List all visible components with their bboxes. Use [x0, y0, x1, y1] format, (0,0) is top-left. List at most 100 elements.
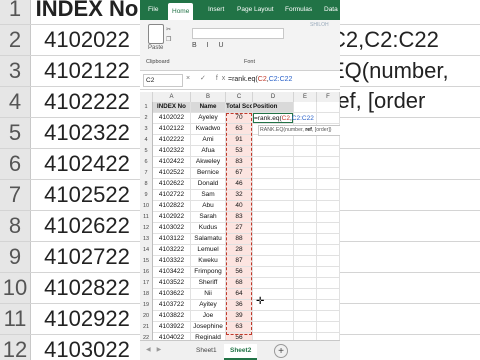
cell-total-score[interactable]: 63: [226, 124, 253, 135]
name-box[interactable]: C2: [143, 74, 183, 87]
paste-icon[interactable]: [148, 24, 164, 44]
tab-home[interactable]: Home: [168, 3, 194, 20]
cell-name[interactable]: Kudus: [191, 223, 226, 234]
cell-index[interactable]: 4103622: [153, 289, 191, 300]
cell-empty[interactable]: [317, 234, 340, 245]
cell-name[interactable]: Lemuel: [191, 245, 226, 256]
cell-name[interactable]: Donald: [191, 179, 226, 190]
cell-position[interactable]: [253, 223, 294, 234]
sheet-nav-arrows[interactable]: ◀▶: [146, 346, 167, 353]
cell-name[interactable]: Ayeley: [191, 113, 226, 124]
cell-empty[interactable]: [317, 223, 340, 234]
cell-empty[interactable]: [317, 267, 340, 278]
cell-index[interactable]: 4103722: [153, 300, 191, 311]
formula-input[interactable]: =rank.eq(C2,C2:C22: [228, 73, 338, 86]
cell-name[interactable]: Joe: [191, 311, 226, 322]
cell-empty[interactable]: [294, 234, 317, 245]
cell-index[interactable]: 4102422: [153, 157, 191, 168]
cell-empty[interactable]: [294, 157, 317, 168]
cell-name[interactable]: Sam: [191, 190, 226, 201]
cell-total-score[interactable]: 36: [226, 300, 253, 311]
cell-empty[interactable]: [317, 146, 340, 157]
tab-data[interactable]: Data: [324, 0, 338, 20]
cell-position[interactable]: [253, 157, 294, 168]
cell-index[interactable]: 4102122: [153, 124, 191, 135]
cell-position[interactable]: [253, 234, 294, 245]
cell-index[interactable]: 4102222: [153, 135, 191, 146]
tab-file[interactable]: File: [148, 0, 158, 20]
cell-empty[interactable]: [317, 157, 340, 168]
cell-total-score[interactable]: 53: [226, 146, 253, 157]
cell-name[interactable]: Bernice: [191, 168, 226, 179]
cell-empty[interactable]: [317, 289, 340, 300]
cell-position[interactable]: [253, 311, 294, 322]
cell-empty[interactable]: [317, 212, 340, 223]
cell-empty[interactable]: [317, 300, 340, 311]
cell-index[interactable]: 4102822: [153, 201, 191, 212]
cell-empty[interactable]: [294, 146, 317, 157]
cell-index[interactable]: 4102322: [153, 146, 191, 157]
cell-empty[interactable]: [317, 201, 340, 212]
header-index[interactable]: INDEX No: [153, 102, 191, 113]
cell-index[interactable]: 4103022: [153, 223, 191, 234]
cell-index[interactable]: 4103122: [153, 234, 191, 245]
cell-name[interactable]: Josephine: [191, 322, 226, 333]
cell-empty[interactable]: [294, 168, 317, 179]
cell-empty[interactable]: [317, 256, 340, 267]
cell-empty[interactable]: [294, 300, 317, 311]
cell-total-score[interactable]: 88: [226, 234, 253, 245]
cell-index[interactable]: 4103922: [153, 322, 191, 333]
cell-position[interactable]: [253, 256, 294, 267]
cell-position[interactable]: [253, 146, 294, 157]
cell-empty[interactable]: [317, 311, 340, 322]
cell-position[interactable]: [253, 245, 294, 256]
cell-name[interactable]: Sarah: [191, 212, 226, 223]
cell-empty[interactable]: [317, 278, 340, 289]
tooltip-fn[interactable]: RANK.EQ: [260, 127, 283, 133]
cell-empty[interactable]: [294, 289, 317, 300]
cell-total-score[interactable]: 83: [226, 212, 253, 223]
cell-position[interactable]: [253, 135, 294, 146]
cell-index[interactable]: 4103322: [153, 256, 191, 267]
cell-total-score[interactable]: 40: [226, 201, 253, 212]
cell-total-score[interactable]: 87: [226, 256, 253, 267]
cell-total-score[interactable]: 70: [226, 113, 253, 124]
cell-name[interactable]: Nii: [191, 289, 226, 300]
cut-icon[interactable]: ✂: [166, 26, 171, 33]
header-position[interactable]: Position: [253, 102, 294, 113]
cell-empty[interactable]: [294, 322, 317, 333]
cell-total-score[interactable]: 56: [226, 267, 253, 278]
tab-formulas[interactable]: Formulas: [285, 0, 312, 20]
add-sheet-button[interactable]: +: [274, 344, 288, 358]
cell-index[interactable]: 4102022: [153, 113, 191, 124]
header-total-score[interactable]: Total Score: [226, 102, 253, 113]
cell-index[interactable]: 4102922: [153, 212, 191, 223]
cell-position[interactable]: [253, 190, 294, 201]
cell-name[interactable]: Frimpong: [191, 267, 226, 278]
cell-total-score[interactable]: 91: [226, 135, 253, 146]
cell-position[interactable]: [253, 267, 294, 278]
sheet-tab-sheet2[interactable]: Sheet2: [224, 344, 258, 360]
cell-empty[interactable]: [294, 311, 317, 322]
cell-position[interactable]: [253, 179, 294, 190]
cell-empty[interactable]: [294, 212, 317, 223]
cell-f1[interactable]: [317, 102, 340, 113]
cell-total-score[interactable]: 83: [226, 157, 253, 168]
cell-index[interactable]: 4103522: [153, 278, 191, 289]
cell-total-score[interactable]: 32: [226, 190, 253, 201]
cell-name[interactable]: Kwadwo: [191, 124, 226, 135]
cell-total-score[interactable]: 68: [226, 278, 253, 289]
cell-empty[interactable]: [294, 201, 317, 212]
sheet-tab-sheet1[interactable]: Sheet1: [190, 344, 223, 358]
cell-empty[interactable]: [317, 245, 340, 256]
copy-icon[interactable]: ❐: [166, 36, 171, 43]
cell-empty[interactable]: [294, 245, 317, 256]
cell-empty[interactable]: [317, 113, 340, 124]
cell-index[interactable]: 4103822: [153, 311, 191, 322]
cell-empty[interactable]: [294, 190, 317, 201]
cell-empty[interactable]: [294, 179, 317, 190]
cell-position[interactable]: [253, 168, 294, 179]
cell-name[interactable]: Kweku: [191, 256, 226, 267]
tab-page-layout[interactable]: Page Layout: [237, 0, 274, 20]
cell-name[interactable]: Akweley: [191, 157, 226, 168]
